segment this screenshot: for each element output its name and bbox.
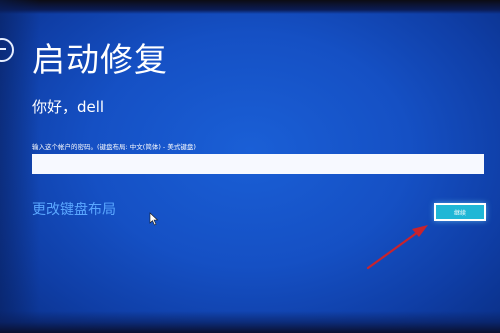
photo-bottom-edge [0, 311, 500, 333]
password-input[interactable] [32, 154, 484, 174]
mouse-pointer-icon [149, 212, 159, 226]
continue-button[interactable]: 继续 [434, 203, 486, 221]
user-greeting: 你好，dell [32, 98, 105, 116]
change-keyboard-layout-link[interactable]: 更改键盘布局 [32, 199, 116, 219]
password-prompt: 输入这个帐户的密码。(键盘布局: 中文(简体) - 美式键盘) [32, 143, 196, 151]
continue-button-label: 继续 [453, 209, 466, 217]
page-title: 启动修复 [32, 40, 168, 79]
back-arrow-icon [0, 48, 6, 50]
photo-top-edge [0, 0, 500, 14]
